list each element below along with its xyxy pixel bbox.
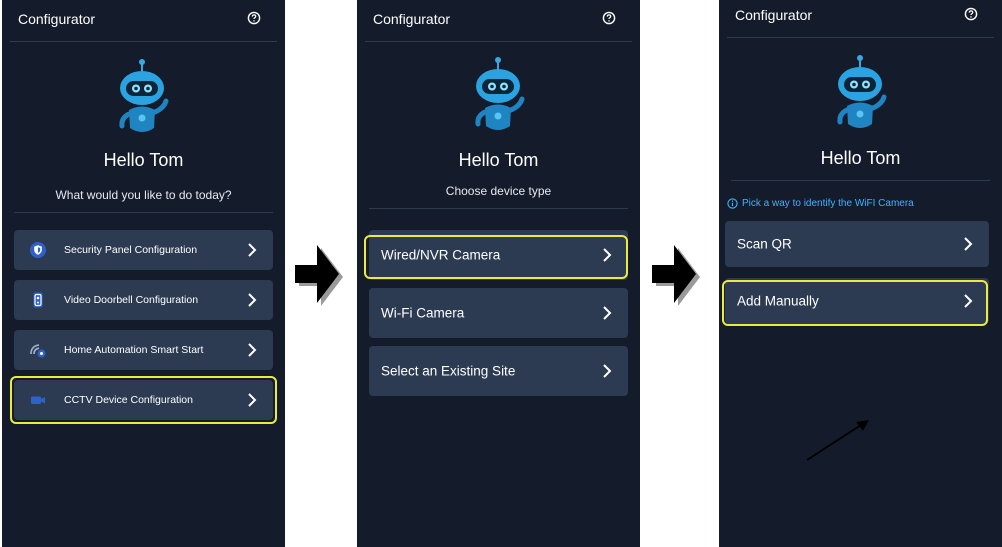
selection-highlight: [10, 376, 277, 424]
help-circle-icon[interactable]: [602, 11, 616, 25]
divider: [14, 212, 273, 213]
help-circle-icon[interactable]: [964, 7, 978, 21]
divider: [369, 208, 628, 209]
device-type-wifi-camera[interactable]: Wi-Fi Camera: [369, 288, 628, 338]
flow-arrow-icon: [652, 245, 700, 306]
app-title: Configurator: [18, 11, 96, 27]
device-type-label: Select an Existing Site: [381, 363, 516, 379]
prompt-text: What would you like to do today?: [55, 188, 232, 202]
screen-cctv-menu: Configurator Hello Tom What would you li…: [2, 0, 285, 547]
selection-highlight: [722, 280, 988, 326]
app-header: Configurator: [727, 0, 994, 38]
chevron-right-icon: [248, 343, 257, 357]
menu-item-label: Video Doorbell Configuration: [64, 294, 199, 306]
app-title: Configurator: [373, 11, 451, 27]
chevron-right-icon: [248, 293, 257, 307]
chevron-right-icon: [964, 237, 973, 251]
info-hint: Pick a way to identify the WiFI Camera: [727, 198, 914, 209]
robot-mascot-icon: [475, 57, 525, 130]
prompt-text: Choose device type: [445, 184, 552, 198]
menu-item-label: Home Automation Smart Start: [64, 344, 204, 356]
screen-identify-camera: Configurator Hello Tom Pick a way to ide…: [719, 0, 1002, 547]
help-circle-icon[interactable]: [247, 11, 261, 25]
pointer-arrow-icon: [806, 420, 869, 461]
option-label: Scan QR: [737, 236, 792, 252]
app-title: Configurator: [735, 7, 813, 23]
greeting: Hello Tom: [458, 150, 539, 170]
flow-arrow-icon: [295, 245, 343, 306]
menu-item-home-automation[interactable]: Home Automation Smart Start: [14, 330, 273, 370]
info-text: Pick a way to identify the WiFI Camera: [742, 198, 914, 210]
device-type-label: Wi-Fi Camera: [381, 305, 465, 321]
menu-item-label: Security Panel Configuration: [64, 244, 198, 256]
chevron-right-icon: [603, 364, 612, 378]
scan-qr-option[interactable]: Scan QR: [725, 221, 989, 267]
greeting: Hello Tom: [103, 150, 184, 170]
chevron-right-icon: [603, 306, 612, 320]
shield-icon: [30, 242, 46, 258]
selection-highlight: [364, 235, 628, 279]
screen-device-type: Configurator Hello Tom Choose device typ…: [357, 0, 640, 547]
device-type-existing-site[interactable]: Select an Existing Site: [369, 346, 628, 396]
wifi-gear-icon: [30, 344, 46, 358]
doorbell-icon: [33, 292, 43, 308]
greeting: Hello Tom: [820, 148, 901, 168]
robot-mascot-icon: [837, 55, 887, 128]
info-icon: [727, 198, 738, 209]
robot-mascot-icon: [119, 59, 169, 132]
menu-item-security-panel[interactable]: Security Panel Configuration: [14, 230, 273, 270]
divider: [731, 180, 990, 181]
app-header: Configurator: [365, 0, 632, 42]
chevron-right-icon: [248, 243, 257, 257]
menu-item-video-doorbell[interactable]: Video Doorbell Configuration: [14, 280, 273, 320]
app-header: Configurator: [10, 0, 277, 42]
